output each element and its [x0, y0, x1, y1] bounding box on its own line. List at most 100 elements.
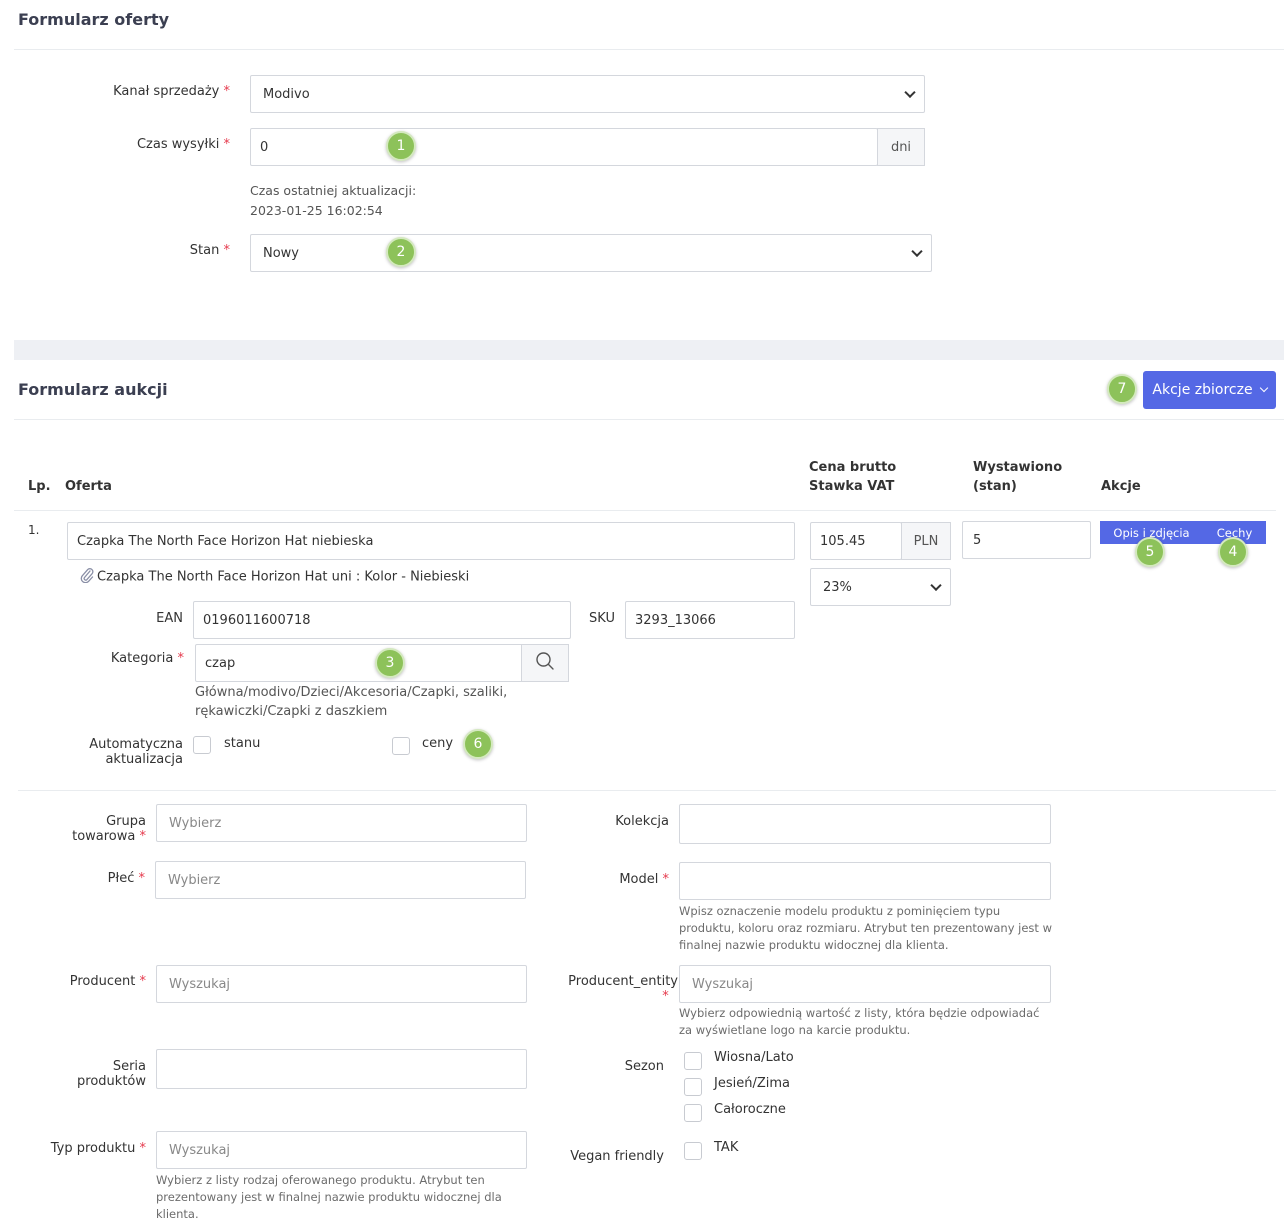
gender-label-text: Płeć [107, 871, 135, 886]
offer-title-value: Czapka The North Face Horizon Hat niebie… [77, 533, 374, 549]
producer-entity-help: Wybierz odpowiednią wartość z listy, któ… [679, 1005, 1039, 1039]
required-marker: * [223, 137, 231, 152]
season-spring-summer-label: Wiosna/Lato [714, 1050, 794, 1065]
stock-value: 5 [973, 532, 982, 548]
marker-badge-2: 2 [386, 237, 416, 267]
vat-value: 23% [823, 579, 852, 595]
shipping-time-value: 0 [260, 139, 269, 155]
column-header-listed: Wystawiono (stan) [973, 458, 1062, 496]
category-label-text: Kategoria [110, 651, 174, 666]
shipping-time-input[interactable]: 0 [250, 128, 878, 166]
ean-value: 0196011600718 [203, 612, 311, 628]
gender-placeholder: Wybierz [168, 872, 221, 888]
required-marker: * [662, 872, 670, 887]
bulk-actions-button[interactable]: Akcje zbiorcze [1143, 371, 1276, 409]
required-marker: * [223, 84, 231, 99]
offer-title-input[interactable]: Czapka The North Face Horizon Hat niebie… [67, 522, 795, 560]
column-header-price: Cena brutto Stawka VAT [809, 458, 896, 496]
producer-label-text: Producent [69, 974, 136, 989]
season-autumn-winter-checkbox[interactable] [684, 1078, 702, 1096]
column-header-price-line2: Stawka VAT [809, 479, 895, 494]
price-value: 105.45 [820, 533, 866, 549]
auto-update-stock-checkbox[interactable] [193, 736, 211, 754]
sales-channel-label: Kanał sprzedaży * [60, 84, 230, 99]
season-label: Sezon [624, 1059, 664, 1074]
required-marker: * [223, 243, 231, 258]
model-help: Wpisz oznaczenie modelu produktu z pomin… [679, 903, 1052, 954]
marker-badge-5: 5 [1135, 537, 1165, 567]
product-series-input[interactable] [156, 1049, 527, 1089]
vat-select[interactable]: 23% [810, 568, 951, 606]
product-group-label: Grupa towarowa * [40, 814, 146, 844]
gender-select[interactable]: Wybierz [155, 861, 526, 899]
ean-label: EAN [156, 611, 183, 626]
model-help-line3: finalnej nazwie produktu widocznej dla k… [679, 938, 949, 952]
condition-value: Nowy [263, 245, 300, 261]
chevron-down-icon [1259, 383, 1268, 393]
divider [18, 790, 1276, 791]
product-type-search-input[interactable]: Wyszukaj [156, 1131, 527, 1169]
sku-label: SKU [589, 611, 615, 626]
currency-addon: PLN [901, 522, 951, 560]
marker-badge-7: 7 [1107, 374, 1137, 404]
column-header-actions: Akcje [1101, 479, 1141, 494]
category-value: czap [205, 655, 236, 671]
price-input[interactable]: 105.45 [810, 522, 902, 560]
auto-update-price-checkbox[interactable] [392, 737, 410, 755]
product-group-select[interactable]: Wybierz [156, 804, 527, 842]
product-group-label-line2: towarowa [72, 829, 136, 844]
offer-form-title: Formularz oferty [18, 10, 170, 29]
producer-entity-search-input[interactable]: Wyszukaj [679, 965, 1051, 1003]
producer-entity-help-line1: Wybierz odpowiednią wartość z listy, któ… [679, 1006, 1040, 1020]
column-header-lp: Lp. [28, 479, 51, 494]
divider [14, 49, 1284, 50]
vegan-friendly-checkbox[interactable] [684, 1142, 702, 1160]
sales-channel-select[interactable]: Modivo [250, 75, 925, 113]
sales-channel-label-text: Kanał sprzedaży [113, 84, 220, 99]
product-type-label-text: Typ produktu [50, 1141, 136, 1156]
search-icon [535, 651, 555, 675]
shipping-time-label: Czas wysyłki * [60, 137, 230, 152]
sku-value: 3293_13066 [635, 612, 716, 628]
required-marker: * [139, 1141, 147, 1156]
required-marker: * [139, 974, 147, 989]
required-marker: * [177, 651, 185, 666]
producer-placeholder: Wyszukaj [169, 976, 231, 992]
marker-badge-3: 3 [375, 648, 405, 678]
product-type-help-line3: klienta. [156, 1207, 199, 1221]
sales-channel-value: Modivo [263, 86, 310, 102]
producer-label: Producent * [20, 974, 146, 989]
auto-update-label-line2: aktualizacja [105, 752, 183, 767]
condition-label-text: Stan [189, 243, 220, 258]
model-input[interactable] [679, 862, 1051, 900]
column-header-price-line1: Cena brutto [809, 460, 897, 475]
condition-select[interactable]: Nowy [250, 234, 932, 272]
marker-badge-1: 1 [386, 131, 416, 161]
ean-input[interactable]: 0196011600718 [193, 601, 571, 639]
section-separator [14, 340, 1284, 360]
variant-info: Czapka The North Face Horizon Hat uni : … [80, 567, 469, 587]
shipping-time-unit: dni [877, 128, 925, 166]
sku-input[interactable]: 3293_13066 [625, 601, 795, 639]
stock-input[interactable]: 5 [962, 521, 1091, 559]
product-type-placeholder: Wyszukaj [169, 1142, 231, 1158]
required-marker: * [139, 829, 147, 844]
paperclip-icon [80, 567, 94, 587]
product-series-label-line1: Seria [112, 1059, 146, 1074]
product-series-label: Seria produktów [40, 1059, 146, 1089]
category-search-button[interactable] [521, 644, 569, 682]
season-all-year-checkbox[interactable] [684, 1104, 702, 1122]
season-spring-summer-checkbox[interactable] [684, 1052, 702, 1070]
model-help-line1: Wpisz oznaczenie modelu produktu z pomin… [679, 904, 1001, 918]
row-number: 1. [28, 523, 40, 537]
product-series-label-line2: produktów [77, 1074, 146, 1089]
category-path: Główna/modivo/Dzieci/Akcesoria/Czapki, s… [195, 683, 507, 721]
category-search-input[interactable]: czap [195, 644, 523, 682]
category-path-line2: rękawiczki/Czapki z daszkiem [195, 704, 388, 719]
marker-badge-6: 6 [463, 729, 493, 759]
producer-search-input[interactable]: Wyszukaj [156, 965, 527, 1003]
producer-entity-placeholder: Wyszukaj [692, 976, 754, 992]
model-help-line2: produktu, koloru oraz rozmiaru. Atrybut … [679, 921, 1052, 935]
product-group-placeholder: Wybierz [169, 815, 222, 831]
collection-input[interactable] [679, 804, 1051, 844]
